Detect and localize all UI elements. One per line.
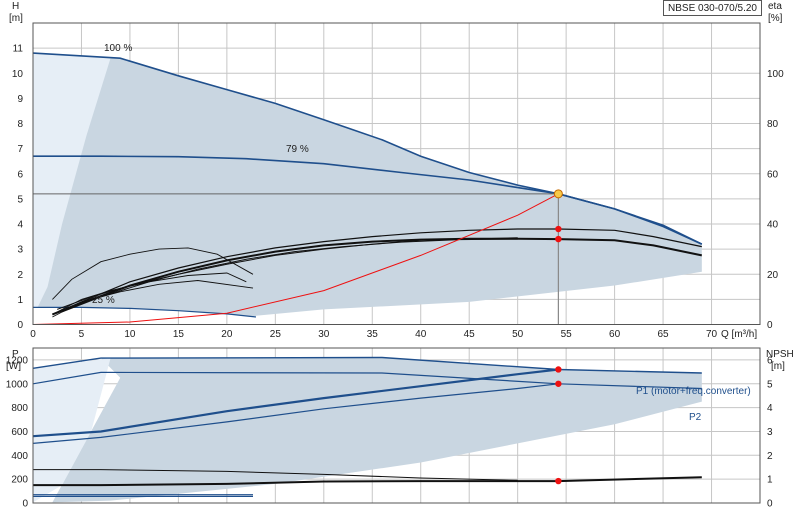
x-tick-label: 60	[609, 329, 621, 340]
top-y2-tick-label: 80	[767, 119, 779, 130]
x-tick-label: 70	[706, 329, 718, 340]
x-tick-label: 45	[464, 329, 476, 340]
bottom-y-tick-label: 1000	[6, 379, 29, 390]
x-tick-label: 50	[512, 329, 524, 340]
bottom-y-axis-label: P	[12, 349, 19, 360]
bottom-y-tick-label: 800	[11, 403, 28, 414]
top-y-tick-label: 10	[12, 69, 24, 80]
top-y-tick-label: 0	[17, 320, 23, 331]
top-y-axis-label: H	[12, 1, 19, 12]
x-tick-label: 55	[561, 329, 573, 340]
top-y-tick-label: 1	[17, 295, 23, 306]
top-y2-tick-label: 100	[767, 69, 784, 80]
bottom-y2-tick-label: 0	[767, 499, 773, 510]
top-plot-envelope	[33, 53, 702, 317]
pump-performance-chart: 0 5 10 15 20 25 30 35 40 45 50 55 60 65 70012345678910…	[6, 1, 794, 510]
operating-point	[553, 189, 563, 199]
x-tick-label: 0	[30, 329, 36, 340]
top-y-tick-label: 3	[17, 245, 23, 256]
x-tick-label: 30	[318, 329, 330, 340]
x-axis-label: Q [m³/h]	[721, 329, 757, 340]
bottom-y2-tick-label: 5	[767, 379, 773, 390]
bottom-y-tick-label: 600	[11, 427, 28, 438]
pump-model-title: NBSE 030-070/5.20	[663, 0, 762, 16]
eta-marker	[555, 235, 562, 243]
eta-marker	[555, 225, 562, 233]
power-marker	[555, 366, 562, 373]
bottom-y-tick-label: 400	[11, 451, 28, 462]
power-marker	[555, 477, 562, 485]
top-y2-axis-label: eta	[768, 1, 782, 12]
x-tick-label: 5	[79, 329, 85, 340]
p1-series-label: P1 (motor+freq.converter)	[636, 386, 751, 397]
bottom-y2-axis-unit: [m]	[771, 361, 785, 372]
bottom-y2-tick-label: 4	[767, 403, 773, 414]
x-tick-label: 65	[658, 329, 670, 340]
speed-label-25: 25 %	[92, 295, 115, 306]
top-y-tick-label: 9	[17, 94, 23, 105]
x-tick-label: 20	[221, 329, 233, 340]
x-tick-label: 35	[367, 329, 379, 340]
top-y2-axis-unit: [%]	[768, 13, 783, 24]
bottom-y2-tick-label: 1	[767, 475, 773, 486]
top-y-tick-label: 2	[17, 270, 23, 281]
power-marker	[555, 380, 562, 387]
bottom-y-tick-label: 200	[11, 475, 28, 486]
x-tick-label: 10	[124, 329, 136, 340]
x-tick-label: 25	[270, 329, 282, 340]
bottom-y-axis-unit: [W]	[6, 361, 21, 372]
x-tick-label: 15	[173, 329, 185, 340]
top-y-tick-label: 5	[17, 194, 23, 205]
top-y-tick-label: 7	[17, 144, 23, 155]
bottom-y2-tick-label: 2	[767, 451, 773, 462]
top-y-axis-unit: [m]	[9, 13, 23, 24]
top-operating-range	[33, 53, 702, 317]
top-y-tick-label: 8	[17, 119, 23, 130]
top-y2-tick-label: 40	[767, 220, 779, 231]
top-y2-tick-label: 60	[767, 169, 779, 180]
top-y2-tick-label: 20	[767, 270, 779, 281]
top-y-tick-label: 11	[13, 44, 24, 55]
bottom-y-tick-label: 0	[22, 499, 28, 510]
top-y2-tick-label: 0	[767, 320, 773, 331]
bottom-y2-tick-label: 3	[767, 427, 773, 438]
speed-label-79: 79 %	[286, 144, 309, 155]
speed-label-100: 100 %	[104, 43, 132, 54]
bottom-y2-axis-label: NPSH	[766, 349, 794, 360]
x-tick-label: 40	[415, 329, 427, 340]
p2-series-label: P2	[689, 412, 702, 423]
top-y-tick-label: 4	[17, 220, 23, 231]
top-y-tick-label: 6	[17, 169, 23, 180]
